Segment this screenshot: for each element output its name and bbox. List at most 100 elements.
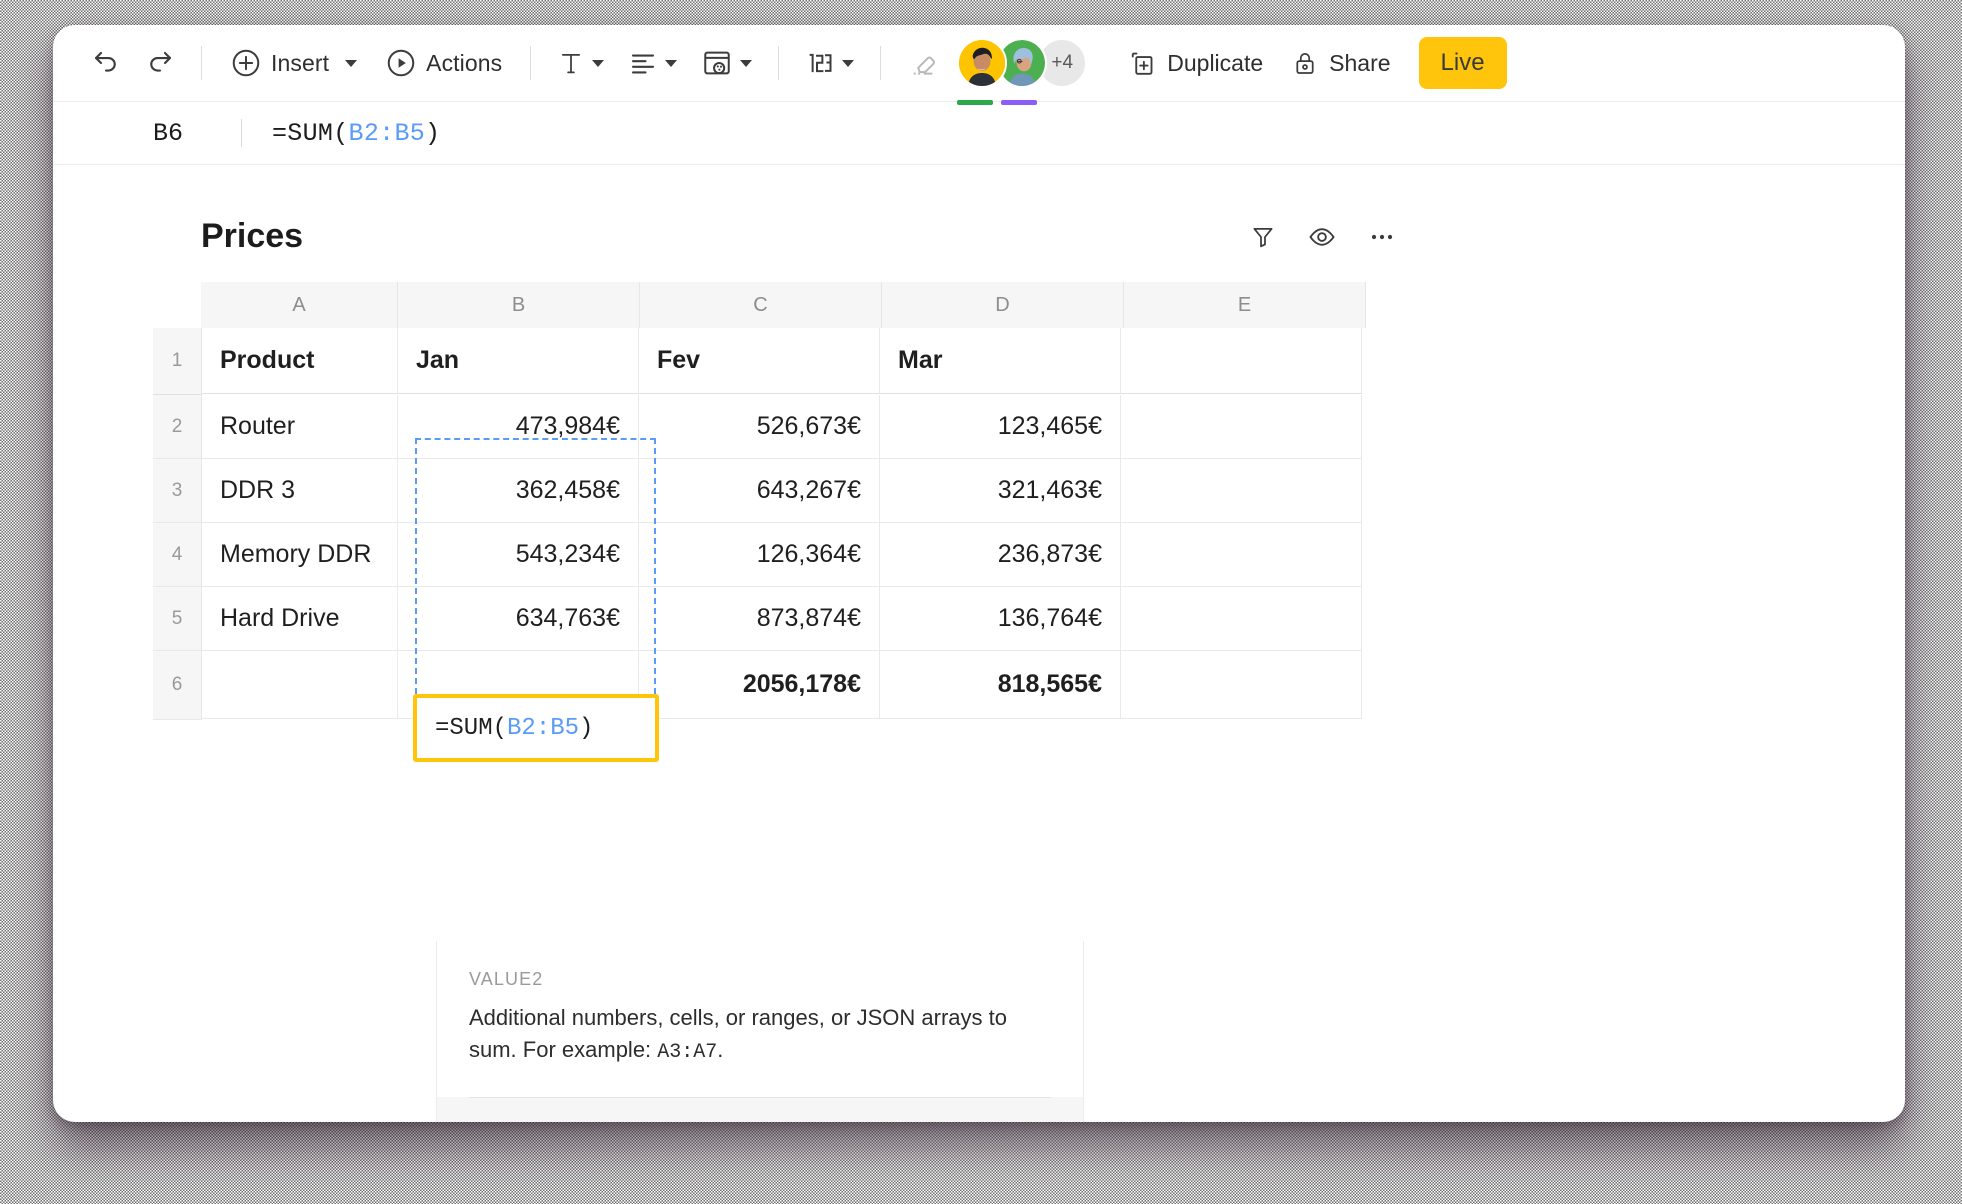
eraser-icon bbox=[907, 47, 939, 79]
cell-e3[interactable] bbox=[1121, 459, 1362, 523]
number-format-icon bbox=[805, 48, 835, 78]
help-body-value2: Additional numbers, cells, or ranges, or… bbox=[469, 1002, 1051, 1067]
undo-button[interactable] bbox=[79, 41, 133, 85]
row-header[interactable]: 3 bbox=[153, 459, 202, 523]
cell-c2[interactable]: 526,673€ bbox=[639, 395, 880, 459]
cell-b4[interactable]: 543,234€ bbox=[398, 523, 639, 587]
more-options-icon[interactable] bbox=[1367, 222, 1397, 252]
insert-button[interactable]: Insert bbox=[216, 41, 371, 85]
row-header[interactable]: 6 bbox=[153, 651, 202, 720]
actions-button[interactable]: Actions bbox=[371, 41, 516, 85]
number-format-button[interactable] bbox=[793, 41, 866, 85]
cell-e4[interactable] bbox=[1121, 523, 1362, 587]
table-row: 4 Memory DDR 543,234€ 126,364€ 236,873€ bbox=[153, 523, 1371, 587]
cell-c3[interactable]: 643,267€ bbox=[639, 459, 880, 523]
duplicate-label: Duplicate bbox=[1167, 50, 1263, 77]
table-row: 6 2056,178€ 818,565€ bbox=[153, 651, 1371, 720]
chevron-down-icon bbox=[842, 60, 854, 67]
chevron-down-icon bbox=[345, 60, 357, 67]
eye-icon[interactable] bbox=[1307, 222, 1337, 252]
formula-ref-end: B5 bbox=[394, 119, 425, 148]
help-section-value2: VALUE2 Additional numbers, cells, or ran… bbox=[437, 941, 1083, 1097]
toolbar: Insert Actions bbox=[53, 25, 1905, 102]
active-cell-suffix: ) bbox=[579, 715, 593, 742]
formula-prefix: =SUM( bbox=[272, 119, 349, 148]
column-header-e[interactable]: E bbox=[1124, 282, 1366, 328]
filter-icon[interactable] bbox=[1249, 223, 1277, 251]
cell-a3[interactable]: DDR 3 bbox=[202, 459, 398, 523]
table-row: 3 DDR 3 362,458€ 643,267€ 321,463€ bbox=[153, 459, 1371, 523]
row-header[interactable]: 4 bbox=[153, 523, 202, 587]
cell-e6[interactable] bbox=[1121, 651, 1362, 719]
text-format-button[interactable] bbox=[545, 41, 616, 85]
app-window: Insert Actions bbox=[53, 25, 1905, 1122]
cell-d5[interactable]: 136,764€ bbox=[880, 587, 1121, 651]
formula-bar: B6 =SUM(B2:B5) bbox=[53, 102, 1905, 165]
column-header-d[interactable]: D bbox=[882, 282, 1124, 328]
align-left-icon bbox=[628, 48, 658, 78]
help-text: Additional numbers, cells, or ranges, or… bbox=[469, 1005, 1007, 1062]
presence-bar-purple bbox=[1001, 100, 1037, 105]
cell-d6[interactable]: 818,565€ bbox=[880, 651, 1121, 719]
cell-e2[interactable] bbox=[1121, 395, 1362, 459]
cell-b3[interactable]: 362,458€ bbox=[398, 459, 639, 523]
help-section-value1: VALUE1 A number, cell, range, or JSON ar… bbox=[437, 1097, 1083, 1122]
column-header-row: A B C D E bbox=[153, 282, 1371, 328]
fill-color-icon bbox=[701, 47, 733, 79]
toolbar-divider-3 bbox=[778, 46, 779, 80]
cell-a4[interactable]: Memory DDR bbox=[202, 523, 398, 587]
toolbar-divider-4 bbox=[880, 46, 881, 80]
clear-formatting-button[interactable] bbox=[895, 41, 951, 85]
row-header[interactable]: 1 bbox=[153, 328, 202, 395]
live-button[interactable]: Live bbox=[1419, 37, 1507, 89]
cell-a2[interactable]: Router bbox=[202, 395, 398, 459]
cell-a1[interactable]: Product bbox=[202, 328, 398, 394]
cell-d1[interactable]: Mar bbox=[880, 328, 1121, 394]
table-row: 5 Hard Drive 634,763€ 873,874€ 136,764€ bbox=[153, 587, 1371, 651]
fill-color-button[interactable] bbox=[689, 41, 764, 85]
redo-button[interactable] bbox=[133, 41, 187, 85]
table-row: 1 Product Jan Fev Mar bbox=[153, 328, 1371, 395]
cell-e5[interactable] bbox=[1121, 587, 1362, 651]
help-code: A3:A7 bbox=[657, 1041, 717, 1064]
cell-b1[interactable]: Jan bbox=[398, 328, 639, 394]
cell-c5[interactable]: 873,874€ bbox=[639, 587, 880, 651]
cell-d2[interactable]: 123,465€ bbox=[880, 395, 1121, 459]
duplicate-button[interactable]: Duplicate bbox=[1113, 40, 1277, 86]
sheet-area: Prices bbox=[53, 165, 1905, 1122]
spreadsheet-grid: A B C D E 1 Product Jan Fev Mar 2 Router… bbox=[153, 282, 1371, 720]
share-button[interactable]: Share bbox=[1277, 40, 1404, 86]
page-title: Prices bbox=[201, 217, 303, 256]
active-cell-ref-start: B2 bbox=[507, 715, 536, 742]
cell-a6[interactable] bbox=[202, 651, 398, 719]
redo-icon bbox=[145, 48, 175, 78]
grid-corner[interactable] bbox=[153, 282, 201, 328]
help-label-value2: VALUE2 bbox=[469, 969, 543, 990]
column-header-c[interactable]: C bbox=[640, 282, 882, 328]
collaborator-avatars[interactable]: +4 bbox=[957, 38, 1087, 88]
cell-b2[interactable]: 473,984€ bbox=[398, 395, 639, 459]
formula-help-panel: VALUE2 Additional numbers, cells, or ran… bbox=[436, 941, 1084, 1122]
table-row: 2 Router 473,984€ 526,673€ 123,465€ bbox=[153, 395, 1371, 459]
column-header-a[interactable]: A bbox=[201, 282, 398, 328]
cell-c6[interactable]: 2056,178€ bbox=[639, 651, 880, 719]
formula-input[interactable]: =SUM(B2:B5) bbox=[272, 119, 440, 148]
play-circle-icon bbox=[385, 47, 417, 79]
cell-c1[interactable]: Fev bbox=[639, 328, 880, 394]
row-header[interactable]: 2 bbox=[153, 395, 202, 459]
cell-reference-field[interactable]: B6 bbox=[83, 119, 235, 148]
column-header-b[interactable]: B bbox=[398, 282, 640, 328]
toolbar-divider-1 bbox=[201, 46, 202, 80]
row-header[interactable]: 5 bbox=[153, 587, 202, 651]
active-cell-editor[interactable]: =SUM(B2:B5) bbox=[413, 694, 659, 762]
active-cell-ref-sep: : bbox=[536, 715, 550, 742]
cell-c4[interactable]: 126,364€ bbox=[639, 523, 880, 587]
cell-b5[interactable]: 634,763€ bbox=[398, 587, 639, 651]
cell-d4[interactable]: 236,873€ bbox=[880, 523, 1121, 587]
avatar[interactable] bbox=[957, 38, 1007, 88]
cell-e1[interactable] bbox=[1121, 328, 1362, 394]
cell-d3[interactable]: 321,463€ bbox=[880, 459, 1121, 523]
plus-circle-icon bbox=[230, 47, 262, 79]
align-button[interactable] bbox=[616, 41, 689, 85]
cell-a5[interactable]: Hard Drive bbox=[202, 587, 398, 651]
